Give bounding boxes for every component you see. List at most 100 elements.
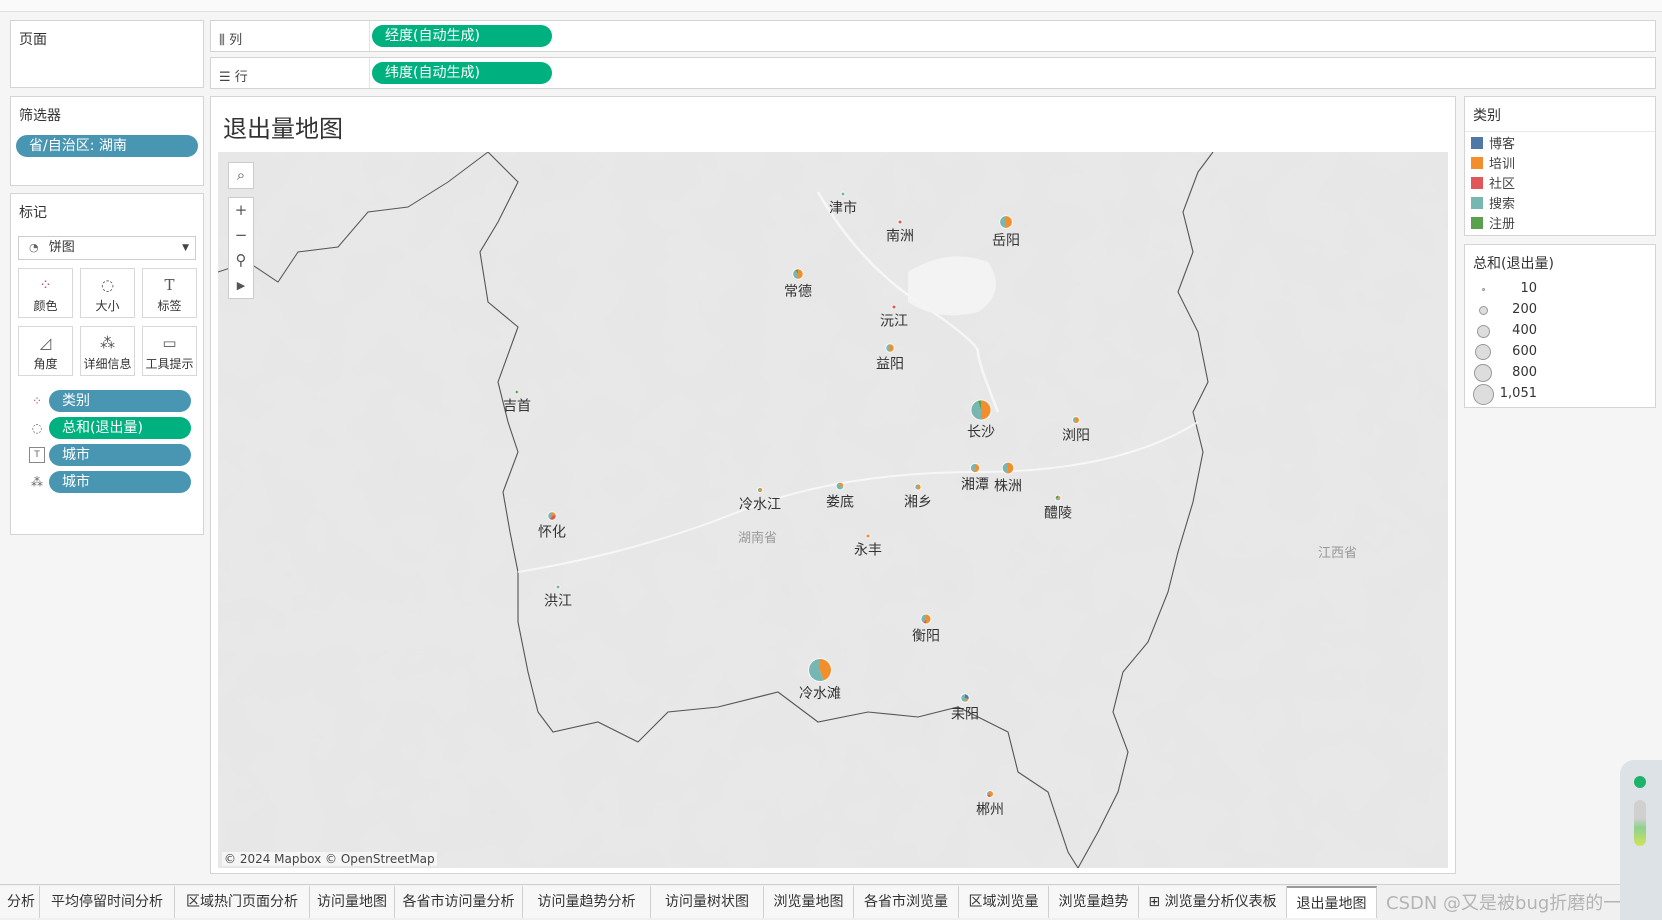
province-filter-pill[interactable]: 省/自治区: 湖南 <box>16 135 198 157</box>
province-label: 湖南省 <box>738 530 777 546</box>
columns-icon: ⫼ 列 <box>219 33 243 48</box>
legend-item-category[interactable]: 培训 <box>1471 155 1515 175</box>
filters-title: 筛选器 <box>19 108 61 124</box>
sheet-tab[interactable]: 访问量趋势分析 <box>523 886 651 918</box>
sheet-tab[interactable]: 区域热门页面分析 <box>175 886 310 918</box>
tooltip-icon: ▭ <box>162 334 177 352</box>
size-circle-icon <box>1478 305 1488 315</box>
legend-item-category[interactable]: 社区 <box>1471 175 1515 195</box>
city-label: 津市 <box>829 200 857 217</box>
city-label: 湘潭 <box>961 476 989 493</box>
city-label: 益阳 <box>876 357 904 373</box>
city-label-pill[interactable]: 城市 <box>49 444 191 466</box>
sheet-tab[interactable]: 各省市浏览量 <box>854 886 959 918</box>
city-label: 南洲 <box>886 229 914 245</box>
sheet-tab[interactable]: 区域浏览量 <box>959 886 1049 918</box>
city-label: 株洲 <box>994 478 1022 494</box>
city-label: 常德 <box>784 284 812 300</box>
pie-slice <box>841 192 845 196</box>
legend-label: 社区 <box>1489 177 1516 192</box>
sheet-tab[interactable]: ⊞ 浏览量分析仪表板 <box>1139 886 1287 918</box>
category-pill[interactable]: 类别 <box>49 390 191 412</box>
legend-item-category[interactable]: 注册 <box>1471 215 1515 235</box>
text-icon: T <box>164 276 175 294</box>
detail-icon: ⁂ <box>100 334 115 352</box>
sheet-tab[interactable]: 访问量地图 <box>310 886 395 918</box>
map-canvas[interactable]: 湖南省 江西省 津市南洲 岳阳常德沅江益阳吉首长沙 浏阳湘潭 株洲冷水江 娄底 湘乡醴陵怀… <box>218 152 1448 868</box>
mark-type-dropdown[interactable]: ◔ 饼图 ▼ <box>18 236 196 260</box>
angle-button[interactable]: ◿ 角度 <box>18 326 73 376</box>
legend-item-category[interactable]: 搜索 <box>1471 195 1515 215</box>
lake <box>908 256 996 316</box>
size-legend-item: 600 <box>1471 342 1631 362</box>
city-label: 郴州 <box>976 802 1004 818</box>
sheet-tab[interactable]: 各省市访问量分析 <box>395 886 523 918</box>
level-bar <box>1634 800 1646 846</box>
city-label: 岳阳 <box>992 233 1020 249</box>
map-zoom-controls[interactable]: + − ⚲ ▶ <box>228 197 254 299</box>
size-circle-icon <box>1472 383 1494 405</box>
legend-swatch <box>1471 217 1483 229</box>
size-legend-label: 600 <box>1512 344 1537 359</box>
city-label: 湘乡 <box>904 495 932 511</box>
pie-slice <box>892 305 896 309</box>
columns-shelf[interactable]: ⫼ 列 经度(自动生成) <box>210 20 1656 52</box>
longitude-pill[interactable]: 经度(自动生成) <box>372 25 552 47</box>
columns-label: 列 <box>229 33 243 48</box>
color-mark-icon: ⁘ <box>31 394 43 408</box>
rows-shelf[interactable]: ☰ 行 纬度(自动生成) <box>210 57 1656 89</box>
latitude-pill[interactable]: 纬度(自动生成) <box>372 62 552 84</box>
label-button[interactable]: T 标签 <box>142 268 197 318</box>
zoom-out-icon[interactable]: − <box>229 223 253 248</box>
pages-title: 页面 <box>19 32 47 48</box>
size-button[interactable]: ◌ 大小 <box>80 268 135 318</box>
legend-item-category[interactable]: 博客 <box>1471 135 1515 155</box>
legend-swatch <box>1471 197 1483 209</box>
neighbor-label: 江西省 <box>1318 546 1357 561</box>
size-legend-label: 200 <box>1512 302 1537 317</box>
sheet-tab[interactable]: 分析 <box>0 886 40 918</box>
size-legend-item: 200 <box>1471 300 1631 320</box>
sum-exits-pill[interactable]: 总和(退出量) <box>49 417 191 439</box>
city-label: 沅江 <box>880 314 908 330</box>
size-legend-label: 10 <box>1520 281 1537 296</box>
size-legend-item: 800 <box>1471 363 1631 383</box>
color-legend-title: 类别 <box>1473 108 1501 124</box>
detail-button[interactable]: ⁂ 详细信息 <box>80 326 135 376</box>
size-legend-item: 10 <box>1471 279 1631 299</box>
zoom-in-icon[interactable]: + <box>229 198 253 223</box>
chevron-down-icon[interactable]: ▼ <box>182 237 189 259</box>
floating-widget[interactable] <box>1620 760 1662 920</box>
tooltip-button[interactable]: ▭ 工具提示 <box>142 326 197 376</box>
city-label: 吉首 <box>503 399 531 415</box>
size-mark-icon: ◌ <box>31 421 43 435</box>
pie-slice <box>898 220 902 224</box>
sheet-tab[interactable]: 访问量树状图 <box>651 886 764 918</box>
search-icon[interactable]: ⌕ <box>229 163 253 188</box>
city-label: 耒阳 <box>951 707 979 723</box>
legend-swatch <box>1471 137 1483 149</box>
sheet-tab[interactable]: 退出量地图 <box>1287 886 1377 918</box>
pin-icon[interactable]: ⚲ <box>229 248 253 273</box>
top-toolbar <box>0 0 1662 12</box>
marks-panel: 标记 ◔ 饼图 ▼ ⁘ 颜色 ◌ 大小 T 标签 ◿ 角度 ⁂ 详细信息 ▭ 工具提示 ⁘ … <box>10 193 204 535</box>
color-icon: ⁘ <box>39 276 52 294</box>
color-button[interactable]: ⁘ 颜色 <box>18 268 73 318</box>
size-circle-icon <box>1481 287 1485 291</box>
map-search-control[interactable]: ⌕ <box>228 162 254 189</box>
map-area[interactable]: 湖南省 江西省 津市 南洲 岳阳 常德 沅江 益阳 吉首 长沙 浏阳 湘潭 株洲 冷水江 娄底 湘乡 醴陵怀… <box>218 152 1448 868</box>
size-legend-item: 1,051 <box>1471 383 1631 405</box>
legend-label: 注册 <box>1489 217 1516 232</box>
legend-swatch <box>1471 157 1483 169</box>
city-label: 冷水滩 <box>799 686 841 702</box>
sheet-tab[interactable]: 平均停留时间分析 <box>40 886 175 918</box>
sheet-tab[interactable]: 浏览量地图 <box>764 886 854 918</box>
play-icon[interactable]: ▶ <box>229 273 253 298</box>
view-panel: 退出量地图 湖南省 江西省 津市 南洲 岳阳 常德 沅江 益阳 吉首 长沙 浏阳 湘潭 株洲 冷水江 娄… <box>210 96 1456 874</box>
marks-title: 标记 <box>19 205 47 221</box>
legend-label: 培训 <box>1489 157 1516 172</box>
sheet-tab[interactable]: 浏览量趋势 <box>1049 886 1139 918</box>
legend-swatch <box>1471 177 1483 189</box>
city-detail-pill[interactable]: 城市 <box>49 471 191 493</box>
legend-label: 博客 <box>1489 137 1516 152</box>
